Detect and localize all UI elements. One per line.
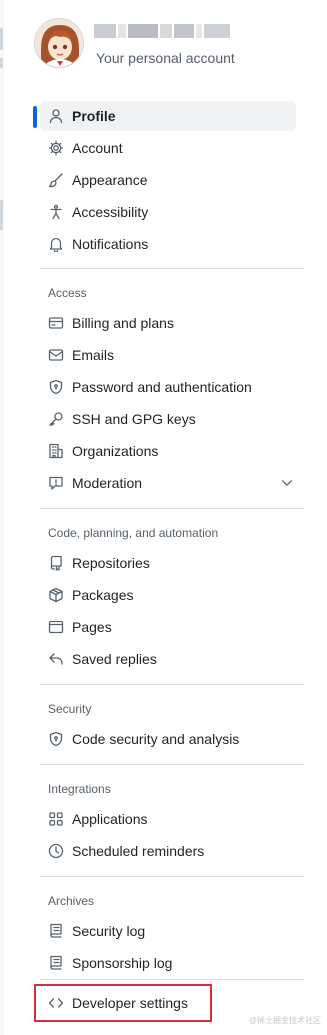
sidebar-item-profile[interactable]: Profile bbox=[33, 101, 296, 131]
shield-lock-icon bbox=[48, 379, 64, 395]
sidebar-item-label: Saved replies bbox=[72, 651, 157, 667]
package-icon bbox=[48, 587, 64, 603]
section-heading: Access bbox=[48, 286, 87, 300]
section-divider bbox=[40, 508, 304, 509]
apps-icon bbox=[48, 811, 64, 827]
sidebar-item-label: Sponsorship log bbox=[72, 955, 173, 971]
sidebar-item-ssh-and-gpg-keys[interactable]: SSH and GPG keys bbox=[40, 404, 296, 434]
sidebar-item-billing-and-plans[interactable]: Billing and plans bbox=[40, 308, 296, 338]
sidebar-item-notifications[interactable]: Notifications bbox=[40, 229, 296, 259]
section-heading: Archives bbox=[48, 894, 95, 908]
mail-icon bbox=[48, 347, 64, 363]
shield-lock-icon bbox=[48, 731, 64, 747]
sidebar-item-label: Code security and analysis bbox=[72, 731, 240, 747]
browser-icon bbox=[48, 619, 64, 635]
sidebar-item-password-and-authentication[interactable]: Password and authentication bbox=[40, 372, 296, 402]
sidebar-item-label: Profile bbox=[72, 108, 116, 124]
log-icon bbox=[48, 955, 64, 971]
credit-card-icon bbox=[48, 315, 64, 331]
sidebar-item-applications[interactable]: Applications bbox=[40, 804, 296, 834]
log-icon bbox=[48, 923, 64, 939]
window-edge bbox=[0, 0, 4, 1035]
sidebar-item-account[interactable]: Account bbox=[40, 133, 296, 163]
organization-icon bbox=[48, 443, 64, 459]
sidebar-item-label: Repositories bbox=[72, 555, 150, 571]
sidebar-item-emails[interactable]: Emails bbox=[40, 340, 296, 370]
section-heading: Integrations bbox=[48, 782, 111, 796]
reply-icon bbox=[48, 651, 64, 667]
sidebar-item-label: Account bbox=[72, 140, 123, 156]
bell-icon bbox=[48, 236, 64, 252]
sidebar-item-label: Appearance bbox=[72, 172, 148, 188]
sidebar-item-sponsorship-log[interactable]: Sponsorship log bbox=[40, 948, 296, 978]
chevron-down-icon[interactable] bbox=[280, 476, 294, 490]
section-heading: Security bbox=[48, 702, 92, 716]
person-icon bbox=[48, 108, 64, 124]
sidebar-item-label: Emails bbox=[72, 347, 115, 363]
avatar[interactable] bbox=[34, 18, 84, 68]
sidebar-item-label: Scheduled reminders bbox=[72, 843, 205, 859]
watermark: @稀土掘金技术社区 bbox=[248, 1016, 321, 1025]
sidebar-item-label: Accessibility bbox=[72, 204, 149, 220]
sidebar-item-accessibility[interactable]: Accessibility bbox=[40, 197, 296, 227]
sidebar-item-label: Moderation bbox=[72, 475, 143, 491]
section-heading: Code, planning, and automation bbox=[48, 526, 219, 540]
sidebar-item-label: Notifications bbox=[72, 236, 149, 252]
sidebar-item-moderation[interactable]: Moderation bbox=[40, 468, 296, 498]
sidebar-item-scheduled-reminders[interactable]: Scheduled reminders bbox=[40, 836, 296, 866]
account-header: Your personal account bbox=[34, 14, 304, 74]
section-divider bbox=[40, 876, 304, 877]
repo-icon bbox=[48, 555, 64, 571]
section-divider bbox=[40, 268, 304, 269]
accessibility-icon bbox=[48, 204, 64, 220]
developer-settings-highlight bbox=[34, 984, 212, 1022]
active-indicator bbox=[33, 106, 37, 128]
sidebar-item-label: Organizations bbox=[72, 443, 159, 459]
section-divider bbox=[40, 764, 304, 765]
gear-icon bbox=[48, 140, 64, 156]
sidebar-item-saved-replies[interactable]: Saved replies bbox=[40, 644, 296, 674]
section-divider bbox=[40, 979, 304, 980]
sidebar-item-label: Password and authentication bbox=[72, 379, 252, 395]
section-divider bbox=[40, 684, 304, 685]
paintbrush-icon bbox=[48, 172, 64, 188]
sidebar-item-label: Security log bbox=[72, 923, 146, 939]
sidebar-item-organizations[interactable]: Organizations bbox=[40, 436, 296, 466]
sidebar-item-security-log[interactable]: Security log bbox=[40, 916, 296, 946]
username-blurred[interactable] bbox=[94, 24, 244, 40]
sidebar-item-pages[interactable]: Pages bbox=[40, 612, 296, 642]
sidebar-item-packages[interactable]: Packages bbox=[40, 580, 296, 610]
sidebar-item-appearance[interactable]: Appearance bbox=[40, 165, 296, 195]
report-icon bbox=[48, 475, 64, 491]
account-subtitle: Your personal account bbox=[96, 50, 235, 66]
key-icon bbox=[48, 411, 64, 427]
clock-icon bbox=[48, 843, 64, 859]
sidebar-item-repositories[interactable]: Repositories bbox=[40, 548, 296, 578]
sidebar-item-label: Pages bbox=[72, 619, 112, 635]
sidebar-item-label: Billing and plans bbox=[72, 315, 174, 331]
sidebar-item-label: Packages bbox=[72, 587, 134, 603]
sidebar-item-code-security-and-analysis[interactable]: Code security and analysis bbox=[40, 724, 296, 754]
sidebar-item-label: Applications bbox=[72, 811, 148, 827]
sidebar-item-label: SSH and GPG keys bbox=[72, 411, 196, 427]
